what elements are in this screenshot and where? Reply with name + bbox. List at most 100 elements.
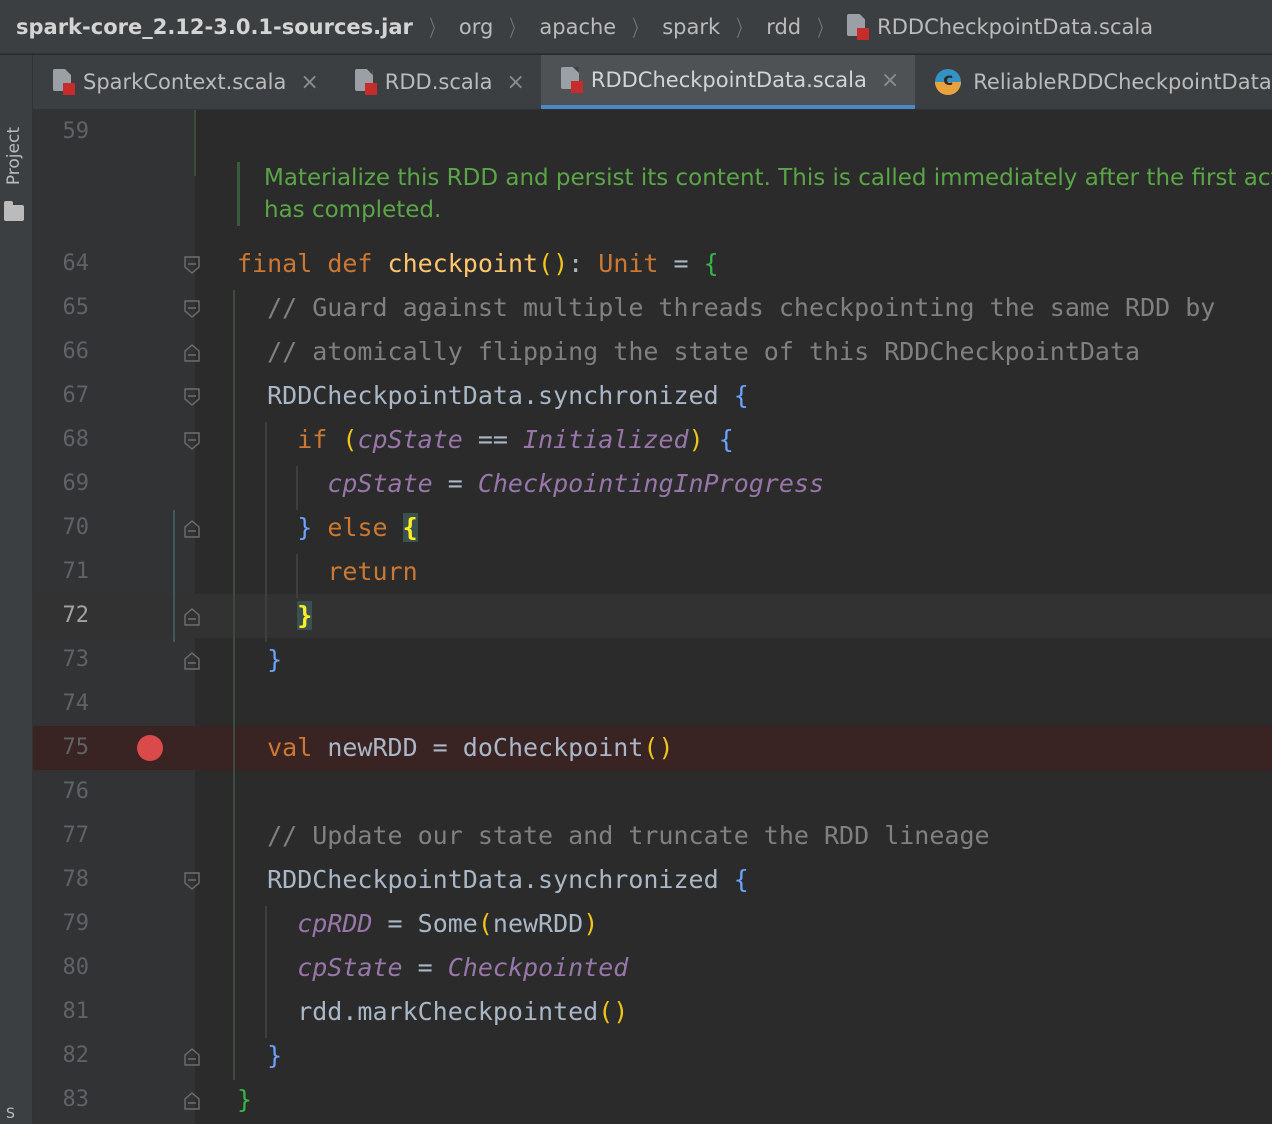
close-icon[interactable]: ×: [300, 70, 318, 95]
breadcrumb-item-file[interactable]: RDDCheckpointData.scala: [847, 13, 1154, 40]
code-text[interactable]: val newRDD = doCheckpoint(): [237, 726, 673, 770]
code-text[interactable]: // Guard against multiple threads checkp…: [237, 286, 1215, 330]
code-editor[interactable]: 59 Materialize this RDD and persist its …: [33, 110, 1272, 1124]
code-line[interactable]: 72 }: [33, 594, 1272, 638]
tab-label: RDDCheckpointData.scala: [590, 68, 867, 92]
code-token: }: [237, 1085, 253, 1114]
close-icon[interactable]: ×: [506, 70, 524, 95]
code-line[interactable]: 83}: [33, 1078, 1272, 1122]
line-number: 74: [62, 691, 90, 716]
breadcrumb-file-label: RDDCheckpointData.scala: [877, 14, 1154, 39]
code-token: {: [402, 513, 418, 542]
tab-sparkcontext[interactable]: SparkContext.scala ×: [33, 55, 335, 109]
breakpoint-icon[interactable]: [137, 735, 163, 761]
code-line[interactable]: 80 cpState = Checkpointed: [33, 946, 1272, 990]
line-number: 80: [62, 955, 90, 980]
code-line[interactable]: 82 }: [33, 1034, 1272, 1078]
code-line[interactable]: 77 // Update our state and truncate the …: [33, 814, 1272, 858]
line-number: 72: [62, 603, 90, 628]
code-text[interactable]: }: [237, 638, 282, 682]
code-text[interactable]: // Update our state and truncate the RDD…: [237, 814, 989, 858]
code-text[interactable]: RDDCheckpointData.synchronized {: [237, 858, 749, 902]
tab-rddcheckpointdata[interactable]: RDDCheckpointData.scala ×: [540, 55, 916, 109]
unfold-end-icon[interactable]: [184, 652, 200, 670]
code-line[interactable]: 59: [33, 110, 1272, 154]
line-number: 83: [62, 1087, 90, 1112]
fold-icon[interactable]: [184, 388, 200, 406]
unfold-end-icon[interactable]: [184, 1092, 200, 1110]
tab-reliablerddcheckpointdata[interactable]: ReliableRDDCheckpointData.scala: [915, 55, 1272, 109]
unfold-end-icon[interactable]: [184, 608, 200, 626]
code-token: // Guard against multiple threads checkp…: [237, 293, 1216, 322]
breadcrumb-separator: 〉: [429, 16, 443, 42]
doc-comment-line: Materialize this RDD and persist its con…: [264, 165, 1272, 191]
code-token: else: [327, 513, 403, 542]
code-line[interactable]: 66 // atomically flipping the state of t…: [33, 330, 1272, 374]
code-line[interactable]: 75 val newRDD = doCheckpoint(): [33, 726, 1272, 770]
structure-tool-button[interactable]: S: [6, 1106, 15, 1122]
code-token: val: [267, 733, 328, 762]
folder-icon[interactable]: [4, 201, 24, 221]
code-line[interactable]: 64 final def checkpoint(): Unit = {: [33, 242, 1272, 286]
breadcrumb-item-spark[interactable]: spark: [662, 15, 720, 39]
breadcrumb-root[interactable]: spark-core_2.12-3.0.1-sources.jar: [16, 15, 413, 39]
code-token: cpState: [327, 469, 433, 498]
code-line[interactable]: 81 rdd.markCheckpointed(): [33, 990, 1272, 1034]
code-text[interactable]: cpState = CheckpointingInProgress: [237, 462, 824, 506]
code-text[interactable]: // atomically flipping the state of this…: [237, 330, 1140, 374]
code-line[interactable]: 70 } else {: [33, 506, 1272, 550]
line-number: 68: [62, 427, 90, 452]
code-text[interactable]: cpState = Checkpointed: [237, 946, 628, 990]
fold-icon[interactable]: [184, 256, 200, 274]
fold-icon[interactable]: [184, 300, 200, 318]
tab-rdd[interactable]: RDD.scala ×: [335, 55, 541, 109]
indent-guide: [233, 290, 235, 1080]
code-text[interactable]: rdd.markCheckpointed(): [237, 990, 628, 1034]
unfold-end-icon[interactable]: [184, 520, 200, 538]
code-text[interactable]: cpRDD = Some(newRDD): [237, 902, 598, 946]
code-text[interactable]: if (cpState == Initialized) {: [237, 418, 734, 462]
breadcrumb-item-rdd[interactable]: rdd: [766, 15, 801, 39]
code-token: :: [568, 249, 599, 278]
unfold-end-icon[interactable]: [184, 344, 200, 362]
code-token: {: [733, 381, 749, 410]
code-token: RDDCheckpointData.synchronized: [237, 865, 734, 894]
fold-icon[interactable]: [184, 872, 200, 890]
breadcrumb-item-org[interactable]: org: [459, 15, 493, 39]
breadcrumb-item-apache[interactable]: apache: [539, 15, 616, 39]
code-text[interactable]: }: [237, 1034, 282, 1078]
code-line[interactable]: 71 return: [33, 550, 1272, 594]
code-line[interactable]: 69 cpState = CheckpointingInProgress: [33, 462, 1272, 506]
code-line[interactable]: 78 RDDCheckpointData.synchronized {: [33, 858, 1272, 902]
unfold-end-icon[interactable]: [184, 1048, 200, 1066]
code-text[interactable]: RDDCheckpointData.synchronized {: [237, 374, 749, 418]
code-text[interactable]: }: [237, 594, 313, 638]
breadcrumb: spark-core_2.12-3.0.1-sources.jar 〉 org …: [0, 0, 1272, 54]
code-line[interactable]: 73 }: [33, 638, 1272, 682]
code-token: checkpoint: [387, 249, 539, 278]
line-number: 65: [62, 295, 90, 320]
code-text[interactable]: }: [237, 1078, 252, 1122]
line-number: 66: [62, 339, 90, 364]
fold-icon[interactable]: [184, 432, 200, 450]
code-line[interactable]: 68 if (cpState == Initialized) {: [33, 418, 1272, 462]
code-text[interactable]: final def checkpoint(): Unit = {: [237, 242, 719, 286]
project-tool-button[interactable]: Project: [4, 127, 24, 185]
close-icon[interactable]: ×: [881, 68, 899, 93]
code-line[interactable]: 67 RDDCheckpointData.synchronized {: [33, 374, 1272, 418]
code-token: =: [658, 249, 704, 278]
code-line[interactable]: 74: [33, 682, 1272, 726]
code-line[interactable]: 65 // Guard against multiple threads che…: [33, 286, 1272, 330]
code-line[interactable]: 76: [33, 770, 1272, 814]
code-token: Unit: [598, 249, 659, 278]
tab-label: SparkContext.scala: [83, 70, 287, 94]
code-token: =: [402, 953, 448, 982]
vcs-change-marker[interactable]: [173, 510, 175, 642]
line-number: 82: [62, 1043, 90, 1068]
code-line[interactable]: 79 cpRDD = Some(newRDD): [33, 902, 1272, 946]
code-token: CheckpointingInProgress: [477, 469, 825, 498]
